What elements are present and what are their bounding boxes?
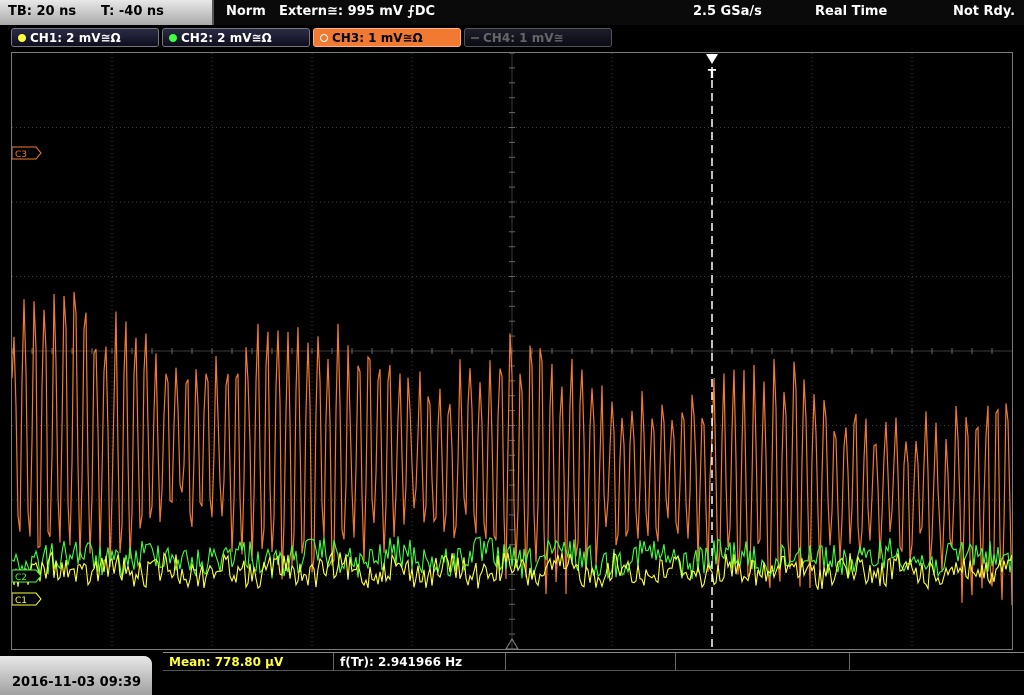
trigger-arrow-icon[interactable]: [706, 54, 718, 64]
acquisition-mode[interactable]: Real Time: [815, 4, 887, 19]
tab-ch2[interactable]: CH2: 2 mV≅Ω: [162, 28, 310, 47]
ch3-label: CH3: 1 mV≅Ω: [332, 31, 423, 45]
datetime-box: 2016-11-03 09:39: [0, 656, 152, 695]
ch1-label: CH1: 2 mV≅Ω: [30, 31, 121, 45]
timebase-value: TB: 20 ns: [8, 4, 77, 19]
ch1-offset-marker[interactable]: C1: [12, 592, 42, 606]
measurement-row[interactable]: Mean: 778.80 µV f(Tr): 2.941966 Hz: [163, 652, 1024, 671]
measurement-divider: [505, 653, 506, 671]
measurement-divider: [849, 653, 850, 671]
trigger-status: Not Rdy.: [953, 4, 1016, 19]
tab-ch4[interactable]: CH4: 1 mV≅: [464, 28, 612, 47]
ch2-marker-label: C2: [15, 573, 27, 583]
top-status-bar: TB: 20 ns T: -40 ns Norm Extern≅: 995 mV…: [0, 0, 1024, 25]
channel-bar: CH1: 2 mV≅Ω CH2: 2 mV≅Ω CH3: 1 mV≅Ω CH4:…: [0, 25, 1024, 49]
mean-measurement: Mean: 778.80 µV: [169, 655, 284, 669]
measurement-bar: Mean: 778.80 µV f(Tr): 2.941966 Hz: [163, 652, 1024, 695]
sample-rate[interactable]: 2.5 GSa/s: [693, 4, 762, 19]
ch2-label: CH2: 2 mV≅Ω: [181, 31, 272, 45]
ch3-marker-label: C3: [15, 150, 27, 160]
tab-ch3[interactable]: CH3: 1 mV≅Ω: [313, 28, 461, 47]
measurement-divider: [333, 653, 334, 671]
ch2-offset-marker[interactable]: C2: [12, 569, 42, 583]
ch3-offset-marker[interactable]: C3: [12, 146, 42, 160]
trigger-source[interactable]: Extern≅: 995 mV ⨍DC: [279, 4, 435, 19]
waveform-canvas: T C3 C2 C1: [12, 53, 1012, 649]
ch3-indicator-icon: [320, 34, 328, 42]
ch1-indicator-icon: [18, 34, 26, 42]
ch4-label: CH4: 1 mV≅: [483, 31, 564, 45]
ch2-indicator-icon: [169, 34, 177, 42]
measurement-separator: [163, 670, 1024, 671]
waveform-display[interactable]: T C3 C2 C1: [11, 52, 1013, 650]
frequency-measurement: f(Tr): 2.941966 Hz: [340, 655, 463, 669]
ch4-indicator-icon: [471, 37, 479, 39]
trigger-mode[interactable]: Norm: [226, 4, 266, 19]
tab-ch1[interactable]: CH1: 2 mV≅Ω: [11, 28, 159, 47]
datetime-value: 2016-11-03 09:39: [12, 675, 142, 690]
trigger-marker-label: T: [708, 67, 717, 81]
ch1-marker-label: C1: [15, 596, 27, 606]
measurement-divider: [675, 653, 676, 671]
timebase-box[interactable]: TB: 20 ns T: -40 ns: [0, 0, 214, 25]
trigger-offset-value: T: -40 ns: [101, 4, 164, 19]
